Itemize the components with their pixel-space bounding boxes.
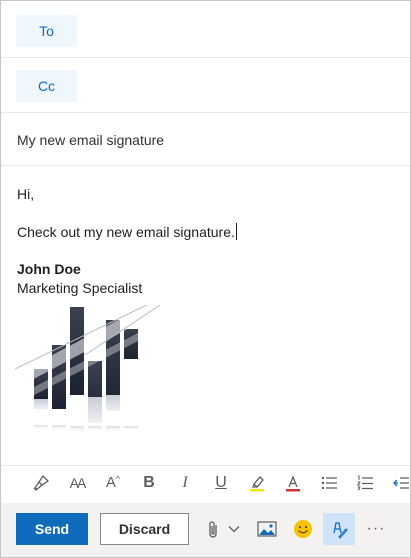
paperclip-icon[interactable] bbox=[203, 513, 223, 545]
to-button[interactable]: To bbox=[16, 15, 77, 47]
editor-pen-icon[interactable] bbox=[323, 513, 355, 545]
body-text: Check out my new email signature. bbox=[17, 224, 235, 240]
action-bar: Send Discard ··· bbox=[1, 503, 410, 557]
emoji-icon[interactable] bbox=[290, 513, 316, 545]
signature-logo bbox=[15, 305, 165, 433]
numbering-icon[interactable] bbox=[347, 468, 383, 498]
highlight-icon[interactable] bbox=[239, 468, 275, 498]
bullets-icon[interactable] bbox=[311, 468, 347, 498]
to-row: To bbox=[1, 3, 410, 58]
underline-glyph: U bbox=[215, 473, 227, 491]
italic-icon[interactable]: I bbox=[167, 468, 203, 498]
text-caret bbox=[235, 223, 237, 240]
font-size-icon[interactable]: AA bbox=[59, 468, 95, 498]
subject-text: My new email signature bbox=[17, 132, 165, 148]
message-body[interactable]: Hi, Check out my new email signature. Jo… bbox=[1, 167, 410, 457]
italic-glyph: I bbox=[182, 473, 188, 491]
bold-glyph: B bbox=[143, 473, 155, 491]
format-painter-icon[interactable] bbox=[23, 468, 59, 498]
subject-field[interactable]: My new email signature bbox=[1, 114, 410, 166]
underline-icon[interactable]: U bbox=[203, 468, 239, 498]
grow-font-sup: ^ bbox=[115, 473, 121, 484]
body-greeting: Hi, bbox=[17, 186, 35, 202]
signature-title: Marketing Specialist bbox=[17, 280, 143, 296]
image-icon[interactable] bbox=[254, 513, 280, 545]
cc-row: Cc bbox=[1, 58, 410, 113]
chevron-down-icon[interactable] bbox=[225, 513, 243, 545]
grow-font-icon[interactable]: A ^ bbox=[95, 468, 131, 498]
font-size-glyph: AA bbox=[69, 474, 87, 491]
cc-button[interactable]: Cc bbox=[16, 70, 77, 102]
format-toolbar: AA A ^ B I U bbox=[1, 465, 410, 499]
bold-icon[interactable]: B bbox=[131, 468, 167, 498]
send-button[interactable]: Send bbox=[16, 513, 88, 545]
body-line: Check out my new email signature. bbox=[17, 223, 237, 240]
more-options-icon[interactable]: ··· bbox=[363, 513, 389, 545]
font-color-icon[interactable] bbox=[275, 468, 311, 498]
discard-button[interactable]: Discard bbox=[100, 513, 189, 545]
compose-window: To Cc My new email signature Hi, Check o… bbox=[0, 0, 411, 558]
grow-font-glyph: A bbox=[105, 474, 116, 491]
signature-name: John Doe bbox=[17, 261, 81, 277]
decrease-indent-icon[interactable] bbox=[383, 468, 411, 498]
